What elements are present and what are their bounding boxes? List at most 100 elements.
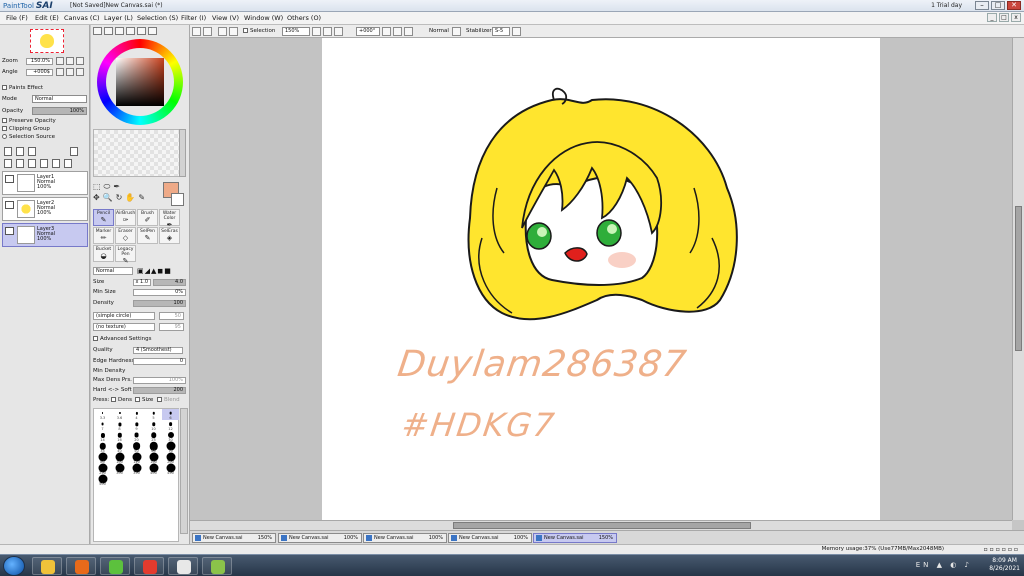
size-slider[interactable]: 4.0: [153, 279, 186, 286]
rotate-reset-icon[interactable]: [404, 27, 413, 36]
deselect-icon[interactable]: [218, 27, 227, 36]
brush-size-preset[interactable]: 10: [145, 420, 162, 431]
swatch-scrollbar[interactable]: [179, 129, 186, 177]
color-mixer-tab[interactable]: [126, 27, 135, 35]
eye-icon[interactable]: [5, 201, 14, 209]
new-folder-icon[interactable]: [28, 147, 36, 156]
navigator-preview[interactable]: [30, 29, 64, 53]
brush-size-preset[interactable]: 8: [111, 420, 128, 431]
brush-size-preset[interactable]: 3.3: [94, 409, 111, 420]
eye-icon[interactable]: [5, 175, 14, 183]
maximize-button[interactable]: □: [991, 1, 1005, 10]
taskbar-app-button[interactable]: [202, 557, 232, 575]
brush-size-preset[interactable]: 50: [128, 442, 145, 453]
blend-mode-select[interactable]: Normal: [32, 95, 87, 103]
layer-item[interactable]: Layer1 Normal 100%: [2, 171, 88, 195]
new-linework-layer-icon[interactable]: [16, 147, 24, 156]
brush-size-preset[interactable]: 20: [128, 431, 145, 442]
marker-tool[interactable]: Marker ✏: [93, 227, 114, 244]
taskbar-app-button[interactable]: [134, 557, 164, 575]
brush-size-preset[interactable]: 4: [128, 409, 145, 420]
watercolor-tool[interactable]: Water Color ✒: [159, 209, 180, 229]
brush-size-preset[interactable]: 70: [162, 441, 179, 453]
advanced-settings-toggle[interactable]: Advanced Settings: [93, 336, 151, 342]
zoom-in-icon[interactable]: [312, 27, 321, 36]
canvas-tab[interactable]: New Canvas.sai 100%: [448, 533, 532, 543]
zoom-reset-button[interactable]: [76, 57, 84, 65]
menu-selection[interactable]: Selection (S): [137, 14, 178, 22]
clipping-group-checkbox[interactable]: Clipping Group: [2, 126, 50, 132]
angle-select[interactable]: +000°: [356, 27, 380, 36]
taskbar-app-button[interactable]: [168, 557, 198, 575]
canvas-tab-active[interactable]: New Canvas.sai 150%: [533, 533, 617, 543]
menu-edit[interactable]: Edit (E): [35, 14, 59, 22]
horizontal-scroll-thumb[interactable]: [453, 522, 751, 529]
brush-size-preset[interactable]: 16: [111, 431, 128, 442]
brush-size-preset[interactable]: 80: [94, 452, 111, 464]
view-mode-select[interactable]: Normal: [429, 28, 449, 34]
brush-size-scrollbar[interactable]: [180, 408, 188, 534]
menu-others[interactable]: Others (O): [287, 14, 321, 22]
press-dens-checkbox[interactable]: Dens: [111, 397, 132, 403]
brush-shape-select[interactable]: (simple circle): [93, 312, 155, 320]
delete-layer-icon[interactable]: [40, 159, 48, 168]
menu-layer[interactable]: Layer (L): [104, 14, 133, 22]
press-blend-checkbox[interactable]: Blend: [157, 397, 180, 403]
zoom-in-button[interactable]: [66, 57, 74, 65]
legacy-pen-tool[interactable]: Legacy Pen ✎: [115, 245, 136, 265]
canvas-viewport[interactable]: Duylam286387 #HDKG7: [190, 38, 1012, 520]
opacity-slider[interactable]: 100%: [32, 107, 87, 115]
pencil-tool[interactable]: Pencil ✎: [93, 209, 114, 226]
drawing-canvas[interactable]: Duylam286387 #HDKG7: [322, 38, 880, 520]
zoom-fit-icon[interactable]: [334, 27, 343, 36]
swatches-tab[interactable]: [137, 27, 146, 35]
angle-field[interactable]: +000$: [26, 69, 53, 76]
brush-texture-value[interactable]: 95: [159, 323, 184, 331]
canvas-tab[interactable]: New Canvas.sai 150%: [192, 533, 276, 543]
minimize-button[interactable]: –: [975, 1, 989, 10]
brush-tool[interactable]: Brush ✐: [137, 209, 158, 226]
saturation-value-square[interactable]: [116, 58, 164, 106]
menu-view[interactable]: View (V): [212, 14, 239, 22]
airbrush-tool[interactable]: AirBrush ✑: [115, 209, 136, 226]
doc-restore-button[interactable]: □: [999, 13, 1009, 22]
brush-size-preset[interactable]: 60: [145, 442, 162, 453]
brush-texture-select[interactable]: (no texture): [93, 323, 155, 331]
taskbar-app-button[interactable]: [66, 557, 96, 575]
brush-size-preset[interactable]: 40: [111, 442, 128, 453]
canvas-tab[interactable]: New Canvas.sai 100%: [278, 533, 362, 543]
brush-size-preset[interactable]: 14: [94, 431, 111, 442]
close-button[interactable]: ✕: [1007, 1, 1021, 10]
menu-file[interactable]: File (F): [6, 14, 28, 22]
brush-size-preset[interactable]: 25: [145, 431, 162, 442]
selection-tools[interactable]: ⬚⬭✒ ✥🔍↻✋✎: [93, 181, 165, 203]
clock[interactable]: 8:09 AM 8/26/2021: [989, 557, 1020, 573]
brush-size-preset[interactable]: 5: [145, 409, 162, 420]
background-color[interactable]: [171, 193, 184, 206]
brush-size-preset[interactable]: 12: [162, 420, 179, 431]
color-wheel-tab[interactable]: [93, 27, 102, 35]
max-dens-slider[interactable]: 100%: [133, 377, 186, 384]
redo-icon[interactable]: [203, 27, 212, 36]
zoom-select[interactable]: 150%: [282, 27, 310, 36]
brush-size-preset[interactable]: 35: [94, 442, 111, 453]
brush-size-preset[interactable]: 9: [128, 420, 145, 431]
horizontal-scrollbar[interactable]: [190, 520, 1012, 530]
vertical-scroll-thumb[interactable]: [1015, 206, 1022, 351]
zoom-field[interactable]: 150.0%: [26, 58, 53, 65]
rotate-left-button[interactable]: [56, 68, 64, 76]
paper-effect-header[interactable]: Paints Effect: [2, 85, 43, 91]
hsv-slider-tab[interactable]: [115, 27, 124, 35]
doc-minimize-button[interactable]: _: [987, 13, 997, 22]
selection-source-checkbox[interactable]: Selection Source: [2, 134, 55, 140]
rotate-right-button[interactable]: [66, 68, 74, 76]
min-size-slider[interactable]: 0%: [133, 289, 186, 296]
brush-shape-icons[interactable]: ▣◢▲◼■: [137, 267, 172, 275]
taskbar-app-button[interactable]: [32, 557, 62, 575]
brush-size-preset[interactable]: 6: [162, 409, 179, 420]
scratchpad-tab[interactable]: [148, 27, 157, 35]
doc-close-button[interactable]: x: [1011, 13, 1021, 22]
system-tray-icons[interactable]: EN ▲ ◐ ♪: [916, 561, 972, 569]
density-slider[interactable]: 100: [133, 300, 186, 307]
stabilizer-select[interactable]: S-5: [492, 27, 510, 36]
